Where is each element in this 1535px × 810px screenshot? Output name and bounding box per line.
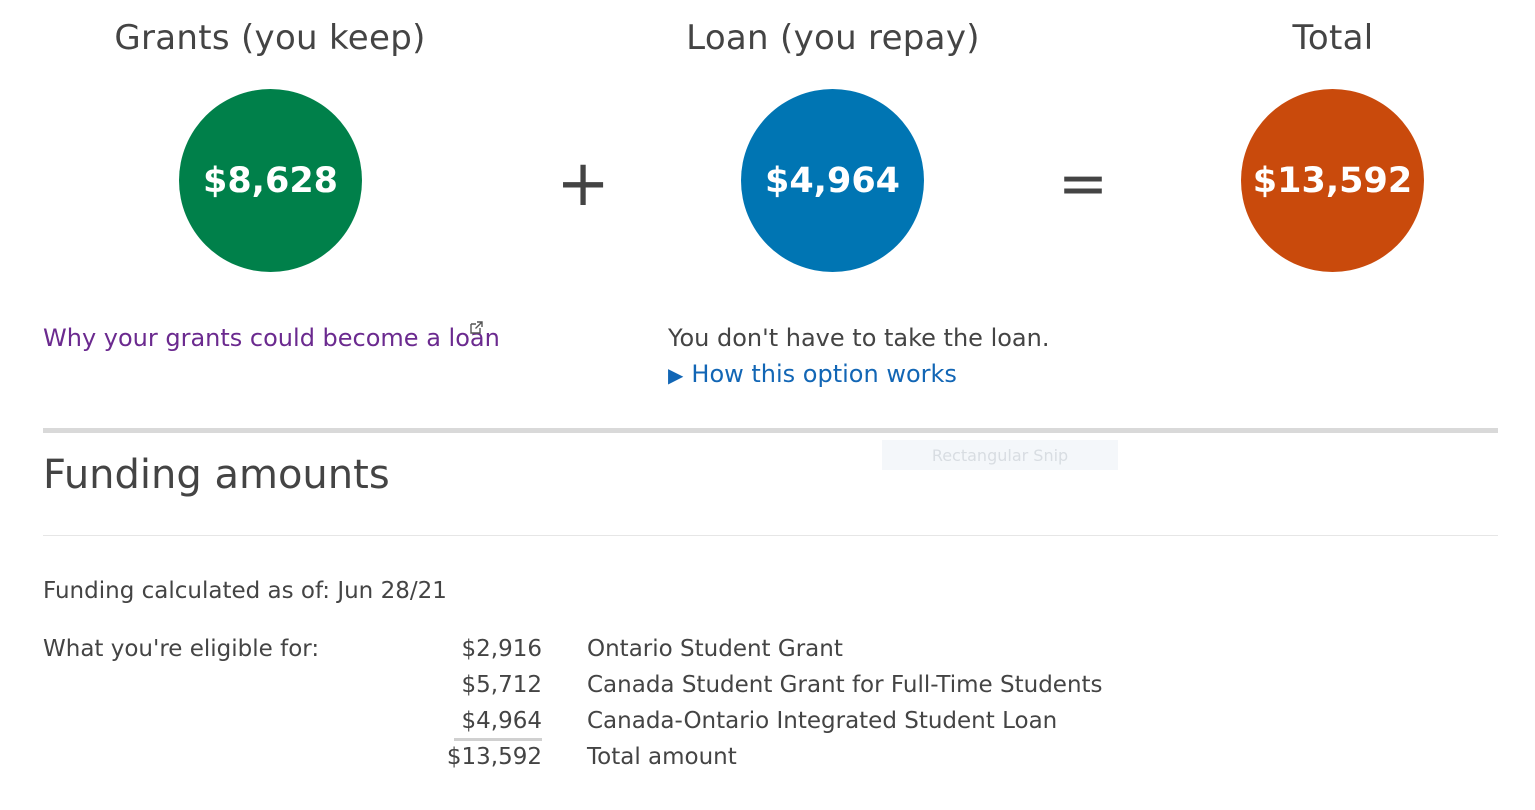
rectangular-snip-overlay: Rectangular Snip bbox=[882, 440, 1118, 470]
total-amount: $13,592 bbox=[1252, 160, 1413, 201]
total-title: Total bbox=[1292, 18, 1374, 58]
grants-title: Grants (you keep) bbox=[114, 18, 426, 58]
grants-amount: $8,628 bbox=[202, 160, 339, 201]
funding-row-amount: $5,712 bbox=[461, 672, 542, 698]
plus-sign: + bbox=[556, 147, 610, 221]
funding-row-amount: $2,916 bbox=[461, 636, 542, 662]
heading-divider bbox=[43, 535, 1498, 536]
equals-sign: = bbox=[1057, 149, 1109, 219]
section-divider bbox=[43, 428, 1498, 433]
eligible-label: What you're eligible for: bbox=[43, 636, 320, 662]
funding-row-label: Canada-Ontario Integrated Student Loan bbox=[587, 708, 1058, 734]
funding-heading: Funding amounts bbox=[43, 452, 390, 498]
loan-title: Loan (you repay) bbox=[686, 18, 980, 58]
loan-circle: $4,964 bbox=[741, 89, 924, 272]
funding-row-amount: $4,964 bbox=[461, 708, 542, 734]
funding-total-label: Total amount bbox=[587, 744, 737, 770]
triangle-right-icon: ▶ bbox=[668, 363, 684, 387]
funding-row-label: Canada Student Grant for Full-Time Stude… bbox=[587, 672, 1103, 698]
funding-total-amount: $13,592 bbox=[446, 744, 542, 770]
how-option-works-label: How this option works bbox=[691, 360, 957, 388]
sum-underline bbox=[454, 738, 542, 741]
grants-loan-link[interactable]: Why your grants could become a loan bbox=[43, 324, 500, 352]
funding-row-label: Ontario Student Grant bbox=[587, 636, 843, 662]
loan-amount: $4,964 bbox=[764, 160, 901, 201]
grants-circle: $8,628 bbox=[179, 89, 362, 272]
total-circle: $13,592 bbox=[1241, 89, 1424, 272]
external-link-icon bbox=[470, 321, 483, 334]
funding-calculated-date: Funding calculated as of: Jun 28/21 bbox=[43, 578, 447, 604]
how-option-works-toggle[interactable]: ▶ How this option works bbox=[668, 360, 957, 388]
loan-optional-note: You don't have to take the loan. bbox=[668, 324, 1050, 352]
